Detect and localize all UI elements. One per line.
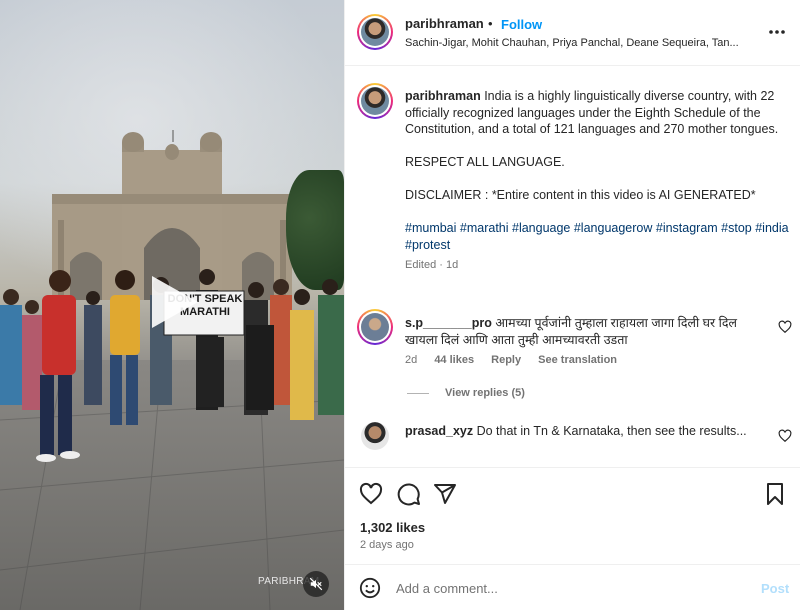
more-options-icon <box>769 30 785 34</box>
author-avatar[interactable] <box>357 14 393 50</box>
bookmark-icon[interactable] <box>763 482 787 506</box>
comment-icon[interactable] <box>397 482 421 506</box>
comment-item: prasad_xyz Do that in Tn & Karnataka, th… <box>405 423 765 440</box>
caption-line-respect: RESPECT ALL LANGUAGE. <box>405 155 565 169</box>
caption-disclaimer: DISCLAIMER : *Entire content in this vid… <box>405 188 756 202</box>
comment-username[interactable]: s.p_______pro <box>405 316 492 330</box>
comment-meta: 2d 44 likes Reply See translation <box>405 354 617 366</box>
likes-count[interactable]: 1,302 likes <box>360 520 425 535</box>
post-header: paribhraman • Follow Sachin-Jigar, Mohit… <box>345 0 800 66</box>
post-comment-button[interactable]: Post <box>761 581 789 596</box>
post-caption: paribhraman India is a highly linguistic… <box>405 89 789 271</box>
see-translation-button[interactable]: See translation <box>538 354 617 366</box>
edited-label: Edited <box>405 259 437 271</box>
comment-like-icon[interactable] <box>778 429 792 443</box>
view-replies-button[interactable]: View replies (5) <box>407 387 525 399</box>
post-details-panel: paribhraman • Follow Sachin-Jigar, Mohit… <box>344 0 800 610</box>
mute-icon <box>309 577 323 591</box>
follow-button[interactable]: Follow <box>501 17 542 32</box>
caption-hashtags[interactable]: #mumbai #marathi #language #languagerow … <box>405 220 789 253</box>
author-username[interactable]: paribhraman <box>405 16 484 31</box>
comment-likes[interactable]: 44 likes <box>434 354 474 366</box>
post-timestamp[interactable]: 2 days ago <box>360 539 414 551</box>
caption-avatar[interactable] <box>357 83 393 119</box>
add-comment-input[interactable] <box>396 578 736 598</box>
separator-dot: • <box>488 16 493 31</box>
comment-age: 2d <box>405 354 418 366</box>
caption-username[interactable]: paribhraman <box>405 89 481 103</box>
comment-username[interactable]: prasad_xyz <box>405 424 473 438</box>
post-video[interactable]: DON'T SPEAK MARATHI PARIBHRAM <box>0 0 344 610</box>
play-icon[interactable] <box>142 272 202 332</box>
heart-icon[interactable] <box>359 482 383 506</box>
caption-age: 1d <box>446 259 459 271</box>
share-icon[interactable] <box>433 482 457 506</box>
comments-section[interactable]: paribhraman India is a highly linguistic… <box>345 66 800 466</box>
reply-button[interactable]: Reply <box>491 354 521 366</box>
emoji-icon[interactable] <box>359 577 381 599</box>
mute-button[interactable] <box>303 571 329 597</box>
comment-item: s.p_______pro आमच्या पूर्वजांनी तुम्हाला… <box>405 315 765 348</box>
audio-attribution[interactable]: Sachin-Jigar, Mohit Chauhan, Priya Panch… <box>405 37 755 49</box>
add-comment-bar: Post <box>345 564 800 610</box>
comment-avatar[interactable] <box>357 309 393 345</box>
comment-text: Do that in Tn & Karnataka, then see the … <box>476 424 747 438</box>
view-replies-label: View replies (5) <box>445 387 525 399</box>
comment-avatar[interactable] <box>361 422 389 450</box>
comment-like-icon[interactable] <box>778 320 792 334</box>
more-options-button[interactable] <box>765 20 789 44</box>
post-actions: 1,302 likes 2 days ago <box>345 467 800 562</box>
